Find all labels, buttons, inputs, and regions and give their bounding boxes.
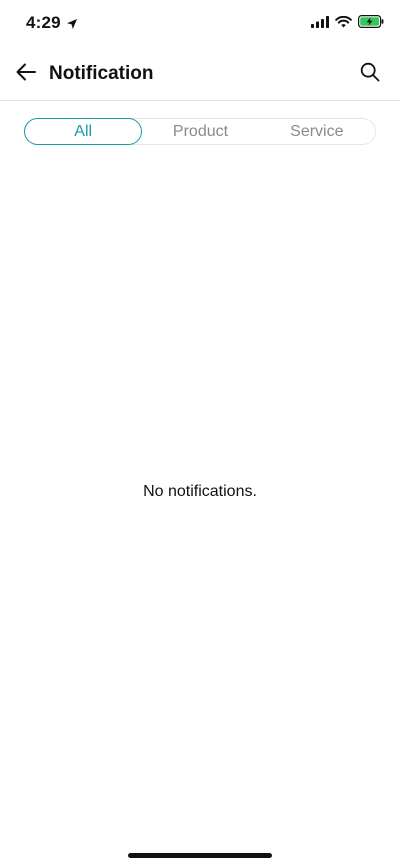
home-indicator xyxy=(128,853,272,858)
app-header: Notification xyxy=(0,48,400,101)
search-icon xyxy=(360,62,380,87)
signal-icon xyxy=(311,15,329,33)
tab-all[interactable]: All xyxy=(24,118,143,145)
status-indicators xyxy=(311,15,384,33)
location-arrow-icon xyxy=(66,17,78,29)
tab-product[interactable]: Product xyxy=(142,119,258,144)
battery-charging-icon xyxy=(358,15,384,33)
empty-state-message: No notifications. xyxy=(143,483,257,500)
search-button[interactable] xyxy=(356,60,384,88)
arrow-left-icon xyxy=(16,63,36,86)
status-time: 4:29 xyxy=(26,13,61,32)
status-time-group: 4:29 xyxy=(26,13,78,33)
wifi-icon xyxy=(335,15,352,33)
notification-filter-tabs: All Product Service xyxy=(24,118,376,145)
page-title: Notification xyxy=(49,63,154,84)
back-button[interactable] xyxy=(12,60,40,88)
status-bar: 4:29 xyxy=(0,0,400,48)
tab-service[interactable]: Service xyxy=(259,119,375,144)
